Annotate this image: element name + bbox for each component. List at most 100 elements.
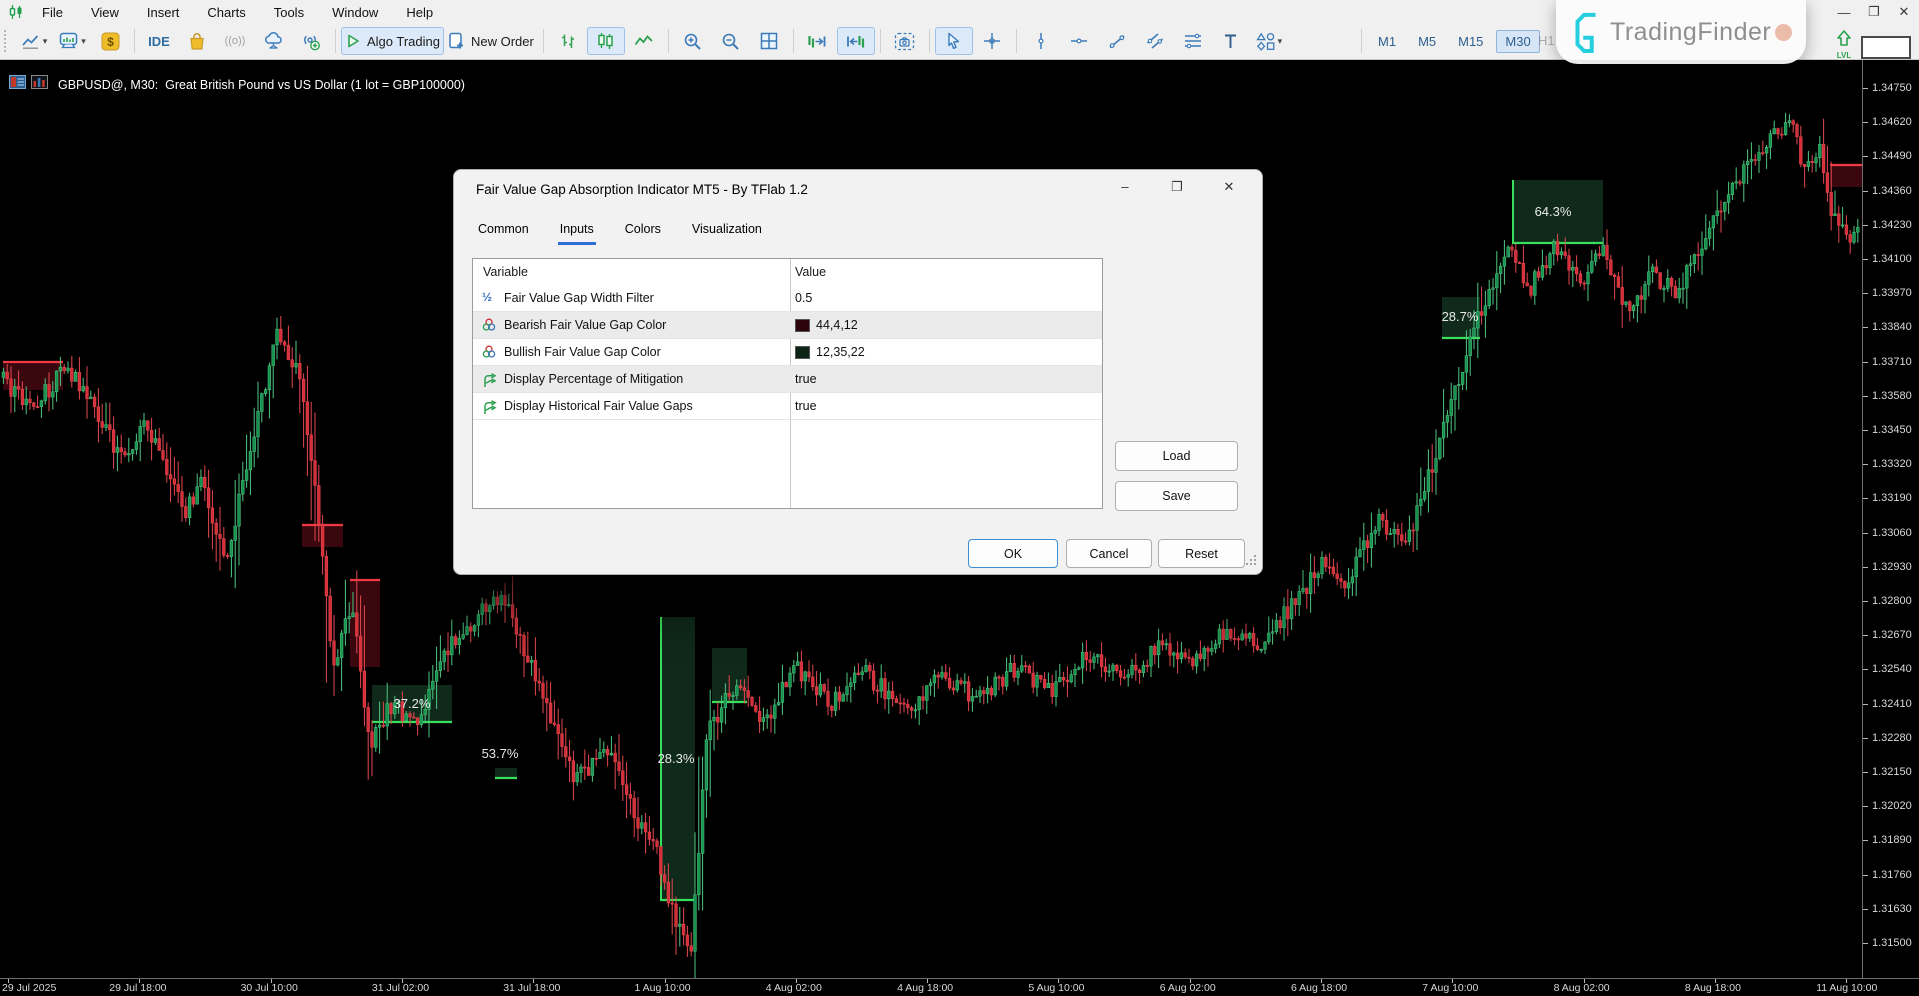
screenshot-button[interactable] (886, 27, 924, 55)
candle (222, 539, 225, 556)
candle (1632, 306, 1635, 311)
candle (1442, 422, 1445, 438)
candle (595, 758, 598, 759)
candle (469, 627, 472, 632)
tab-common[interactable]: Common (476, 219, 531, 245)
candle (215, 523, 218, 534)
time-label: 8 Aug 02:00 (1554, 982, 1610, 994)
candle (1355, 557, 1358, 577)
cursor-button[interactable] (935, 27, 973, 55)
dialog-minimize-icon[interactable]: – (1118, 179, 1132, 195)
ok-button[interactable]: OK (968, 539, 1058, 568)
text-tool-button[interactable] (1212, 27, 1250, 55)
inputs-table[interactable]: Variable Value ½Fair Value Gap Width Fil… (472, 258, 1103, 509)
chevron-down-icon[interactable]: ▾ (43, 36, 48, 47)
dialog-resize-grip[interactable] (1245, 553, 1257, 571)
candle (1381, 514, 1384, 520)
save-button[interactable]: Save (1115, 481, 1238, 511)
market-watch-button[interactable]: $ (91, 27, 129, 55)
dialog-close-icon[interactable]: ✕ (1222, 179, 1236, 195)
candle (960, 681, 963, 684)
cancel-button[interactable]: Cancel (1066, 539, 1152, 568)
reset-button[interactable]: Reset (1158, 539, 1245, 568)
toolbar-drag-handle[interactable] (4, 30, 11, 52)
close-icon[interactable]: ✕ (1895, 4, 1913, 20)
tab-visualization[interactable]: Visualization (690, 219, 764, 245)
menu-charts[interactable]: Charts (193, 3, 259, 22)
chevron-down-icon[interactable]: ▾ (1278, 36, 1283, 47)
candle (743, 688, 746, 691)
candle (678, 924, 681, 926)
price-label: 1.31890 (1872, 834, 1912, 846)
time-label: 4 Aug 18:00 (897, 982, 953, 994)
vertical-line-button[interactable] (1022, 27, 1060, 55)
timeframe-m15[interactable]: M15 (1449, 30, 1492, 53)
menu-help[interactable]: Help (392, 3, 447, 22)
tab-inputs[interactable]: Inputs (558, 219, 596, 245)
algo-trading-button[interactable]: Algo Trading (341, 27, 444, 55)
crosshair-button[interactable] (973, 27, 1011, 55)
table-row[interactable]: Bullish Fair Value Gap Color12,35,22 (473, 339, 1102, 366)
price-tick (1863, 875, 1868, 876)
timeframe-m30[interactable]: M30 (1496, 30, 1539, 53)
candles-button[interactable] (587, 27, 625, 55)
table-row[interactable]: Display Percentage of Mitigationtrue (473, 366, 1102, 393)
candle (1750, 159, 1753, 161)
timeframe-h1-partially-hidden[interactable]: H1 (1538, 33, 1555, 48)
fib-icon (1183, 33, 1203, 49)
metaeditor-button[interactable]: IDE (140, 27, 178, 55)
zoom-out-button[interactable] (712, 27, 750, 55)
minimize-icon[interactable]: — (1835, 5, 1853, 20)
timeframe-m1[interactable]: M1 (1369, 30, 1405, 53)
candle (564, 747, 567, 757)
restore-icon[interactable]: ❐ (1865, 4, 1883, 20)
dialog-maximize-icon[interactable]: ❐ (1170, 179, 1184, 195)
candle (1374, 530, 1377, 533)
candle (371, 732, 374, 748)
channel-button[interactable] (1136, 27, 1174, 55)
candle (1222, 629, 1225, 640)
candle (70, 368, 73, 381)
tile-windows-button[interactable] (750, 27, 788, 55)
menu-file[interactable]: File (28, 3, 77, 22)
menu-tools[interactable]: Tools (260, 3, 318, 22)
fibonacci-button[interactable] (1174, 27, 1212, 55)
variable-value[interactable]: 12,35,22 (795, 345, 865, 359)
new-chart-button[interactable]: ▾ (15, 27, 53, 55)
bars-button[interactable] (549, 27, 587, 55)
candle (751, 697, 754, 705)
candle (1689, 264, 1692, 266)
horizontal-line-button[interactable] (1060, 27, 1098, 55)
chart-profiles-button[interactable]: ▾ (53, 27, 91, 55)
table-row[interactable]: Bearish Fair Value Gap Color44,4,12 (473, 312, 1102, 339)
candle (325, 556, 328, 596)
menu-insert[interactable]: Insert (133, 3, 194, 22)
signals-button[interactable]: ((o)) (216, 27, 254, 55)
menu-view[interactable]: View (77, 3, 133, 22)
price-axis[interactable]: 1.347501.346201.344901.343601.342301.341… (1862, 59, 1919, 978)
auto-scroll-button[interactable] (837, 27, 875, 55)
variable-value[interactable]: true (795, 372, 817, 386)
load-button[interactable]: Load (1115, 441, 1238, 471)
vps-button[interactable] (254, 27, 292, 55)
line-chart-button[interactable] (625, 27, 663, 55)
zoom-in-button[interactable] (674, 27, 712, 55)
chevron-down-icon[interactable]: ▾ (81, 36, 86, 47)
candle (192, 497, 195, 504)
variable-value[interactable]: 0.5 (795, 291, 812, 305)
table-row[interactable]: Display Historical Fair Value Gapstrue (473, 393, 1102, 420)
timeframe-m5[interactable]: M5 (1409, 30, 1445, 53)
variable-value[interactable]: 44,4,12 (795, 318, 858, 332)
tab-colors[interactable]: Colors (623, 219, 663, 245)
variable-value[interactable]: true (795, 399, 817, 413)
table-row[interactable]: ½Fair Value Gap Width Filter0.5 (473, 285, 1102, 312)
broadcast-button[interactable] (292, 27, 330, 55)
menu-window[interactable]: Window (318, 3, 392, 22)
toolbar-separator (1361, 29, 1362, 53)
time-axis[interactable]: 29 Jul 202529 Jul 18:0030 Jul 10:0031 Ju… (0, 978, 1919, 996)
shift-end-button[interactable] (799, 27, 837, 55)
new-order-button[interactable]: New Order (444, 27, 538, 55)
shapes-button[interactable]: ▾ (1250, 27, 1288, 55)
trendline-button[interactable] (1098, 27, 1136, 55)
market-button[interactable] (178, 27, 216, 55)
